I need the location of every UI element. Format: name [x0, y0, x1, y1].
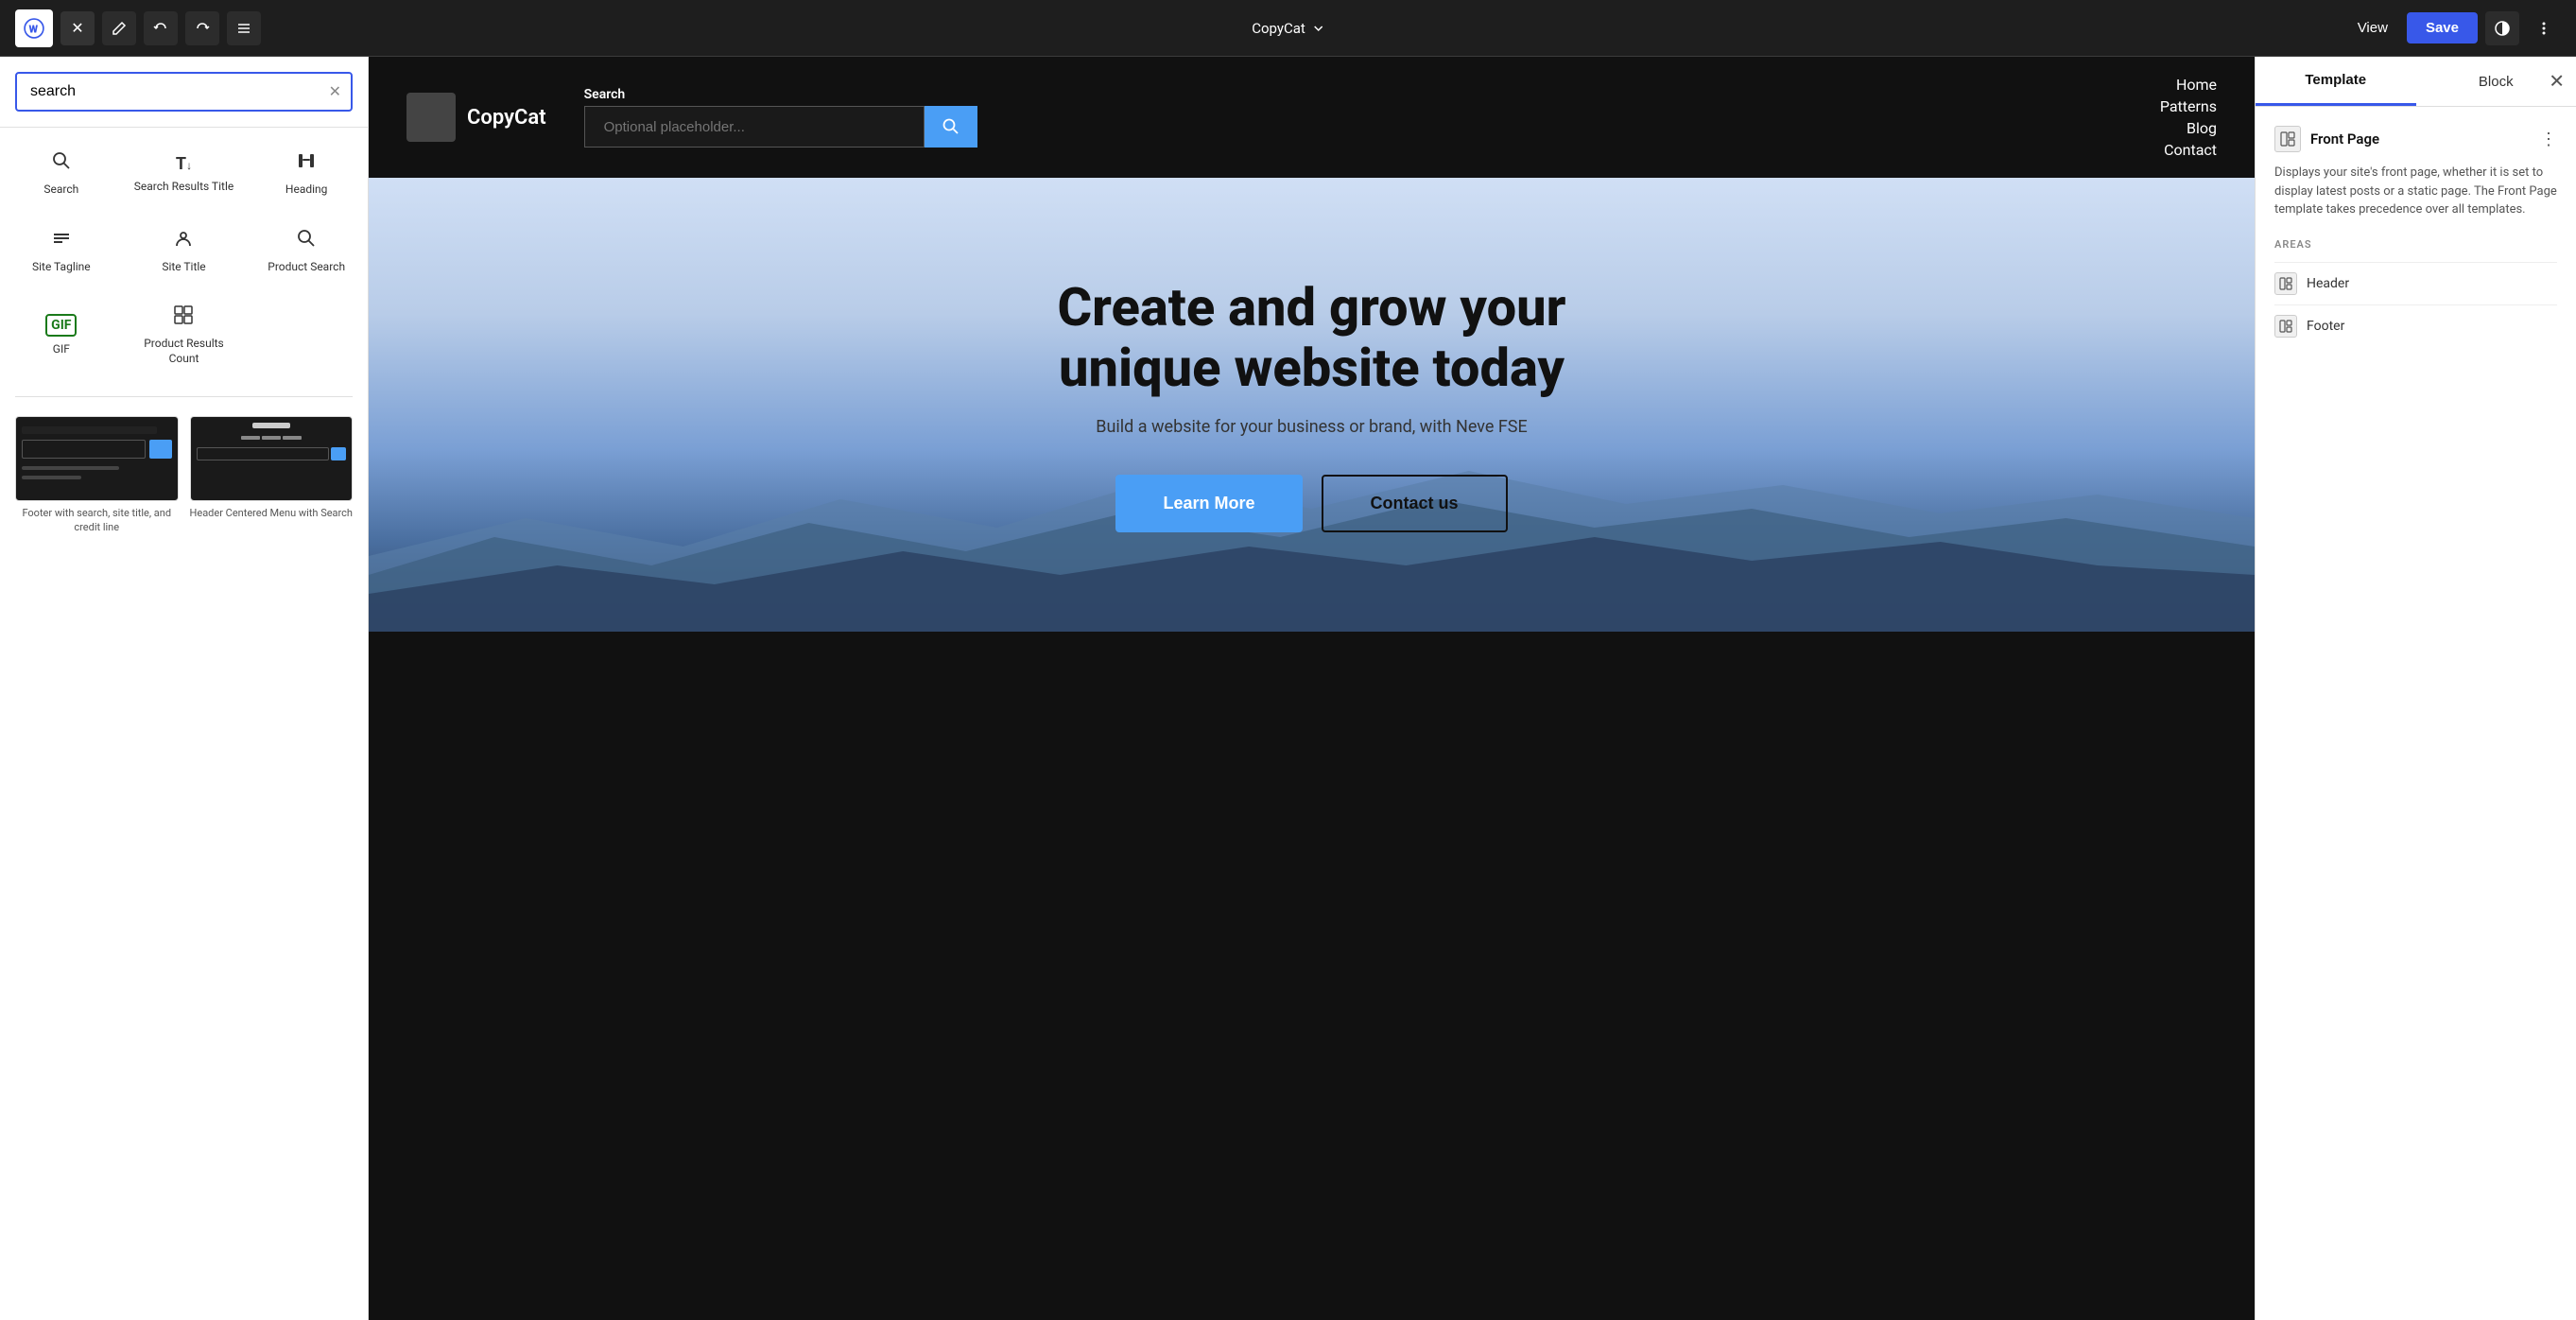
learn-more-button[interactable]: Learn More	[1115, 475, 1302, 532]
template-title: Front Page	[2310, 130, 2379, 148]
svg-text:W: W	[29, 23, 39, 35]
footer-area-icon	[2274, 315, 2297, 338]
block-item-product-results-count[interactable]: Product Results Count	[123, 289, 246, 381]
right-sidebar-content: Front Page ⋮ Displays your site's front …	[2256, 107, 2576, 1320]
product-search-icon	[296, 228, 317, 254]
template-header-row: Front Page ⋮	[2274, 126, 2557, 152]
site-wrapper: CopyCat Search Home Patterns Blog Co	[369, 57, 2255, 1320]
search-block-icon	[51, 150, 72, 177]
area-name-footer: Footer	[2307, 319, 2344, 334]
block-search-area: ✕	[0, 57, 368, 128]
template-description: Displays your site's front page, whether…	[2274, 164, 2557, 219]
block-label-search-results-title: Search Results Title	[134, 180, 233, 195]
nav-link-patterns[interactable]: Patterns	[2160, 97, 2217, 115]
canvas-area: CopyCat Search Home Patterns Blog Co	[369, 57, 2255, 1320]
more-options-button[interactable]	[2527, 11, 2561, 45]
block-label-site-title: Site Title	[162, 260, 205, 275]
pattern-item-footer-search[interactable]: Footer with search, site title, and cred…	[15, 416, 179, 534]
block-search-input[interactable]	[15, 72, 353, 112]
area-item-header[interactable]: Header	[2274, 262, 2557, 304]
product-results-count-icon	[173, 304, 194, 331]
block-item-site-title[interactable]: Site Title	[123, 213, 246, 290]
site-search-row	[584, 106, 977, 148]
areas-label: AREAS	[2274, 238, 2557, 251]
save-button[interactable]: Save	[2407, 12, 2478, 43]
hero-subtitle: Build a website for your business or bra…	[1096, 417, 1527, 437]
wp-logo-icon[interactable]: W	[15, 9, 53, 47]
site-search-label: Search	[584, 87, 977, 102]
block-grid: Search T↓ Search Results Title Heading S…	[0, 128, 368, 389]
top-bar-right: View Save	[2346, 11, 2561, 45]
nav-link-home[interactable]: Home	[2176, 76, 2217, 94]
block-label-heading: Heading	[285, 182, 328, 198]
search-clear-button[interactable]: ✕	[329, 82, 341, 101]
site-logo-box	[406, 93, 456, 142]
search-results-title-icon: T↓	[176, 154, 192, 174]
undo-button[interactable]	[144, 11, 178, 45]
area-name-header: Header	[2307, 276, 2349, 291]
gif-icon: GIF	[45, 314, 77, 337]
heading-icon	[296, 150, 317, 177]
block-item-search-results-title[interactable]: T↓ Search Results Title	[123, 135, 246, 213]
header-area-icon	[2274, 272, 2297, 295]
block-item-search[interactable]: Search	[0, 135, 123, 213]
block-item-site-tagline[interactable]: Site Tagline	[0, 213, 123, 290]
template-more-options-button[interactable]: ⋮	[2540, 130, 2557, 149]
right-sidebar: Template Block ✕ Front Page ⋮ Displays y…	[2255, 57, 2576, 1320]
site-logo-area: CopyCat	[406, 93, 546, 142]
pattern-thumb-footer	[15, 416, 179, 501]
block-item-heading[interactable]: Heading	[245, 135, 368, 213]
template-name-row: Front Page	[2274, 126, 2379, 152]
block-label-product-results-count: Product Results Count	[130, 337, 238, 366]
pen-tool-button[interactable]	[102, 11, 136, 45]
pattern-thumb-header	[190, 416, 354, 501]
left-sidebar: ✕ Search T↓ Search Results Title Heading	[0, 57, 369, 1320]
site-search-button[interactable]	[925, 106, 977, 148]
main-area: ✕ Search T↓ Search Results Title Heading	[0, 57, 2576, 1320]
hero-section: Create and grow your unique website toda…	[369, 178, 2255, 632]
site-title-icon	[173, 228, 194, 254]
hero-buttons: Learn More Contact us	[1115, 475, 1507, 532]
site-tagline-icon	[51, 228, 72, 254]
pattern-grid: Footer with search, site title, and cred…	[0, 405, 368, 546]
block-label-product-search: Product Search	[268, 260, 345, 275]
site-logo-name: CopyCat	[467, 106, 546, 130]
redo-button[interactable]	[185, 11, 219, 45]
top-bar: W ✕ CopyCat View Save	[0, 0, 2576, 57]
nav-link-blog[interactable]: Blog	[2187, 119, 2217, 137]
pattern-item-header-centered[interactable]: Header Centered Menu with Search	[190, 416, 354, 534]
site-navigation: CopyCat Search Home Patterns Blog Co	[369, 57, 2255, 178]
block-label-search: Search	[43, 182, 78, 198]
view-button[interactable]: View	[2346, 14, 2399, 42]
template-icon	[2274, 126, 2301, 152]
page-title-area: CopyCat	[1252, 20, 1324, 37]
close-button[interactable]: ✕	[61, 11, 95, 45]
block-item-gif[interactable]: GIF GIF	[0, 289, 123, 381]
sidebar-divider	[15, 396, 353, 397]
hero-title: Create and grow your unique website toda…	[981, 277, 1643, 399]
pattern-label-footer-search: Footer with search, site title, and cred…	[15, 507, 179, 534]
pattern-label-header-centered: Header Centered Menu with Search	[190, 507, 354, 520]
right-sidebar-tabs: Template Block ✕	[2256, 57, 2576, 107]
contact-us-button[interactable]: Contact us	[1322, 475, 1508, 532]
area-item-footer[interactable]: Footer	[2274, 304, 2557, 347]
page-title: CopyCat	[1252, 20, 1305, 37]
contrast-button[interactable]	[2485, 11, 2519, 45]
tab-template[interactable]: Template	[2256, 57, 2416, 106]
site-nav-links: Home Patterns Blog Contact	[2160, 76, 2217, 159]
list-view-button[interactable]	[227, 11, 261, 45]
site-search-area: Search	[584, 87, 977, 148]
right-sidebar-close-button[interactable]: ✕	[2549, 70, 2565, 94]
site-search-input[interactable]	[584, 106, 925, 148]
block-label-site-tagline: Site Tagline	[32, 260, 91, 275]
block-item-product-search[interactable]: Product Search	[245, 213, 368, 290]
block-label-gif: GIF	[53, 342, 70, 357]
mountain-svg	[369, 443, 2255, 632]
nav-link-contact[interactable]: Contact	[2164, 141, 2217, 159]
